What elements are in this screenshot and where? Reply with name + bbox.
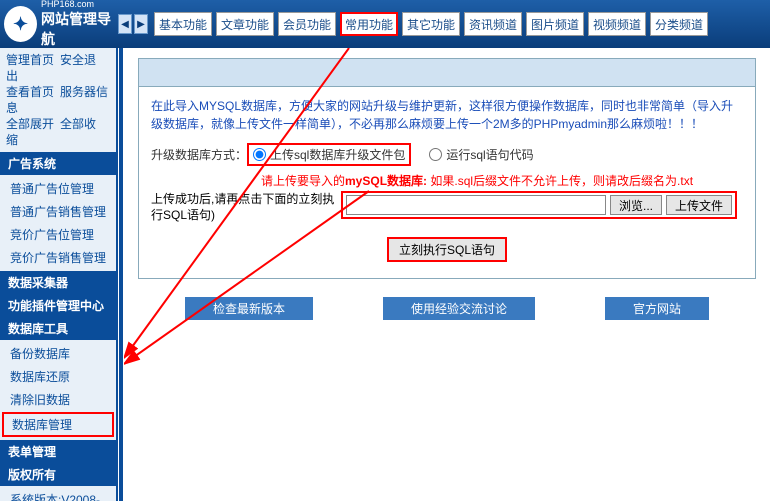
side-header[interactable]: 数据库工具 — [0, 317, 116, 340]
side-header[interactable]: 广告系统 — [0, 152, 116, 175]
sidebar-item[interactable]: 系统版本:V2008-6.1 — [0, 488, 116, 501]
sidebar-item[interactable]: 普通广告销售管理 — [0, 200, 116, 223]
radio-input-run[interactable] — [429, 148, 442, 161]
method-label: 升级数据库方式： — [151, 146, 247, 163]
logo: ✦ PHP168.com 网站管理导航 — [0, 0, 118, 48]
top-tab-8[interactable]: 分类频道 — [650, 12, 708, 36]
top-tab-5[interactable]: 资讯频道 — [464, 12, 522, 36]
top-tab-7[interactable]: 视频频道 — [588, 12, 646, 36]
quick-link[interactable]: 全部展开 — [6, 117, 54, 131]
logo-title: 网站管理导航 — [41, 11, 111, 47]
logo-icon: ✦ — [4, 6, 37, 42]
top-tab-2[interactable]: 会员功能 — [278, 12, 336, 36]
intro-text: 在此导入MYSQL数据库，方便大家的网站升级与维护更新，这样很方便操作数据库，同… — [151, 97, 743, 133]
top-tab-4[interactable]: 其它功能 — [402, 12, 460, 36]
side-header[interactable]: 版权所有 — [0, 463, 116, 486]
radio-label-run: 运行sql语句代码 — [446, 146, 533, 163]
sidebar-item[interactable]: 竞价广告位管理 — [0, 223, 116, 246]
side-header[interactable]: 数据采集器 — [0, 271, 116, 294]
sidebar-item[interactable]: 数据库还原 — [0, 365, 116, 388]
sidebar-item[interactable]: 清除旧数据 — [0, 388, 116, 411]
side-header[interactable]: 功能插件管理中心 — [0, 294, 116, 317]
bottom-tab[interactable]: 检查最新版本 — [185, 297, 313, 320]
top-tab-3[interactable]: 常用功能 — [340, 12, 398, 36]
top-tab-1[interactable]: 文章功能 — [216, 12, 274, 36]
sidebar-item[interactable]: 数据库管理 — [2, 412, 114, 437]
file-input[interactable] — [346, 195, 606, 215]
radio-upload-sql[interactable]: 上传sql数据库升级文件包 — [247, 143, 411, 166]
upload-controls: 浏览... 上传文件 — [341, 191, 737, 219]
logo-url: PHP168.com — [41, 0, 118, 9]
quick-link[interactable]: 管理首页 — [6, 53, 54, 67]
radio-label-upload: 上传sql数据库升级文件包 — [270, 146, 405, 163]
nav-prev-icon[interactable]: ◀ — [118, 14, 132, 34]
sidebar-item[interactable]: 备份数据库 — [0, 342, 116, 365]
top-tab-6[interactable]: 图片频道 — [526, 12, 584, 36]
radio-input-upload[interactable] — [253, 148, 266, 161]
main-panel: 在此导入MYSQL数据库，方便大家的网站升级与维护更新，这样很方便操作数据库，同… — [138, 58, 756, 279]
top-tab-0[interactable]: 基本功能 — [154, 12, 212, 36]
sidebar-item[interactable]: 普通广告位管理 — [0, 177, 116, 200]
radio-run-sql[interactable]: 运行sql语句代码 — [429, 146, 533, 163]
upload-button[interactable]: 上传文件 — [666, 195, 732, 215]
upload-warning: 请上传要导入的mySQL数据库: 如果.sql后缀文件不允许上传，则请改后缀名为… — [261, 172, 743, 189]
upload-desc: 上传成功后,请再点击下面的立刻执行SQL语句) — [151, 191, 341, 223]
bottom-tab[interactable]: 官方网站 — [605, 297, 709, 320]
sidebar-item[interactable]: 竞价广告销售管理 — [0, 246, 116, 269]
bottom-tab[interactable]: 使用经验交流讨论 — [383, 297, 535, 320]
browse-button[interactable]: 浏览... — [610, 195, 662, 215]
nav-next-icon[interactable]: ▶ — [134, 14, 148, 34]
side-header[interactable]: 表单管理 — [0, 440, 116, 463]
execute-sql-button[interactable]: 立刻执行SQL语句 — [387, 237, 507, 262]
quick-link[interactable]: 查看首页 — [6, 85, 54, 99]
panel-header — [139, 59, 755, 87]
